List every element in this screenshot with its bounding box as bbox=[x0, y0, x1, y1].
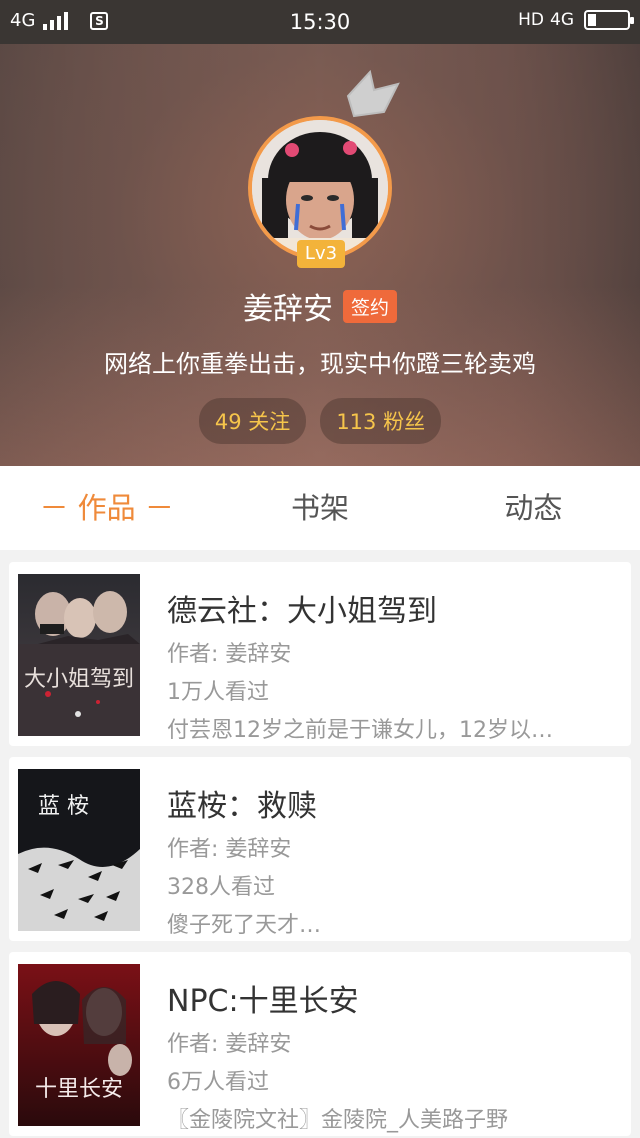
username: 姜辞安 bbox=[242, 292, 333, 327]
book-cover[interactable]: 大小姐驾到 bbox=[18, 574, 140, 736]
book-summary: 傻子死了天才… bbox=[167, 913, 322, 938]
network-type-right: 4G bbox=[550, 10, 574, 30]
book-title[interactable]: NPC:十里长安 bbox=[167, 976, 611, 1020]
book-title[interactable]: 德云社：大小姐驾到 bbox=[167, 586, 611, 630]
book-views: 1万人看过 bbox=[167, 680, 269, 705]
book-card[interactable]: 大小姐驾到 德云社：大小姐驾到 作者: 姜辞安 1万人看过 付芸恩12岁之前是于… bbox=[9, 562, 631, 746]
followers-count[interactable]: 113 粉丝 bbox=[320, 398, 442, 444]
book-title[interactable]: 蓝桉：救赎 bbox=[167, 781, 611, 825]
cover-title-text: 大小姐驾到 bbox=[24, 667, 134, 692]
book-author: 作者: 姜辞安 bbox=[167, 1032, 292, 1057]
book-cover[interactable]: 十里长安 bbox=[18, 964, 140, 1126]
avatar-container[interactable]: Lv3 bbox=[248, 69, 400, 268]
following-count[interactable]: 49 关注 bbox=[198, 398, 307, 444]
book-summary: 〖金陵院文社〗金陵院_人美路子野 bbox=[167, 1108, 509, 1133]
book-card[interactable]: 蓝 桉 蓝桉：救赎 作者: 姜辞安 328人看过 傻子死了天才… bbox=[9, 757, 631, 941]
cover-title-text: 十里长安 bbox=[35, 1077, 123, 1102]
profile-tabs: － 作品 － 书架 动态 bbox=[0, 466, 640, 550]
tab-works[interactable]: － 作品 － bbox=[0, 466, 213, 550]
signed-badge: 签约 bbox=[342, 289, 397, 323]
level-badge: Lv3 bbox=[297, 240, 345, 268]
profile-header: Lv3 姜辞安 签约 网络上你重拳出击，现实中你蹬三轮卖鸡 49 关注 113 … bbox=[0, 44, 640, 466]
book-author: 作者: 姜辞安 bbox=[167, 837, 292, 862]
avatar[interactable] bbox=[248, 116, 392, 260]
book-author: 作者: 姜辞安 bbox=[167, 642, 292, 667]
hd-indicator: HD bbox=[518, 10, 544, 30]
book-views: 6万人看过 bbox=[167, 1070, 269, 1095]
cover-title-text: 蓝 桉 bbox=[38, 794, 89, 819]
book-card[interactable]: 十里长安 NPC:十里长安 作者: 姜辞安 6万人看过 〖金陵院文社〗金陵院_人… bbox=[9, 952, 631, 1136]
battery-icon bbox=[584, 10, 634, 30]
tab-activity[interactable]: 动态 bbox=[427, 466, 640, 550]
tab-bookshelf[interactable]: 书架 bbox=[213, 466, 426, 550]
book-cover[interactable]: 蓝 桉 bbox=[18, 769, 140, 931]
user-motto: 网络上你重拳出击，现实中你蹬三轮卖鸡 bbox=[104, 350, 536, 378]
crown-icon bbox=[346, 69, 400, 118]
status-bar: 4G S 15:30 HD 4G bbox=[0, 0, 640, 44]
book-views: 328人看过 bbox=[167, 875, 275, 900]
book-summary: 付芸恩12岁之前是于谦女儿，12岁以… bbox=[167, 718, 553, 743]
